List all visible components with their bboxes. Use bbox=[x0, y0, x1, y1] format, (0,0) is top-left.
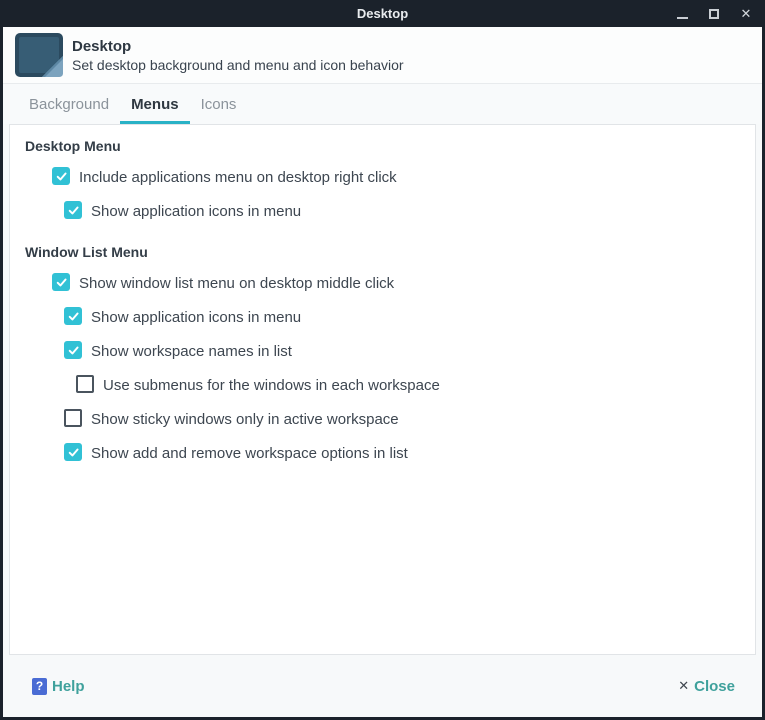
minimize-icon bbox=[677, 17, 688, 19]
section-heading: Desktop Menu bbox=[25, 138, 740, 155]
checkbox-row: Show application icons in menu bbox=[64, 307, 740, 341]
page-subtitle: Set desktop background and menu and icon… bbox=[72, 56, 404, 74]
settings-section: Window List Menu Show window list menu on… bbox=[25, 244, 740, 477]
help-button-label: Help bbox=[52, 678, 85, 695]
close-icon: ✕ bbox=[678, 678, 689, 694]
window-close-icon: ✕ bbox=[741, 7, 752, 20]
window-close-button[interactable]: ✕ bbox=[739, 7, 753, 21]
checkbox-checked-icon[interactable] bbox=[64, 307, 82, 325]
checkbox-row: Show workspace names in list bbox=[64, 341, 740, 375]
checkbox-checked-icon[interactable] bbox=[64, 341, 82, 359]
tab-menus[interactable]: Menus bbox=[120, 84, 190, 124]
header-text: Desktop Set desktop background and menu … bbox=[72, 37, 404, 74]
checkbox-row: Show application icons in menu bbox=[64, 201, 740, 235]
window-controls: ✕ bbox=[675, 0, 753, 27]
dialog-footer: ? Help ✕ Close bbox=[3, 655, 762, 717]
checkbox-label[interactable]: Show application icons in menu bbox=[91, 201, 301, 221]
checkbox-label[interactable]: Show sticky windows only in active works… bbox=[91, 409, 399, 429]
titlebar: Desktop ✕ bbox=[0, 0, 765, 27]
checkbox-checked-icon[interactable] bbox=[52, 273, 70, 291]
checkbox-row: Show sticky windows only in active works… bbox=[64, 409, 740, 443]
tab-background[interactable]: Background bbox=[18, 84, 120, 124]
settings-section: Desktop Menu Include applications menu on… bbox=[25, 138, 740, 235]
help-icon: ? bbox=[32, 678, 47, 695]
close-button-label: Close bbox=[694, 678, 735, 695]
checkbox-checked-icon[interactable] bbox=[52, 167, 70, 185]
maximize-button[interactable] bbox=[707, 7, 721, 21]
checkbox-row: Include applications menu on desktop rig… bbox=[52, 167, 740, 201]
checkbox-label[interactable]: Use submenus for the windows in each wor… bbox=[103, 375, 440, 395]
checkbox-checked-icon[interactable] bbox=[64, 201, 82, 219]
checkbox-row: Show add and remove workspace options in… bbox=[64, 443, 740, 477]
checkbox-row: Use submenus for the windows in each wor… bbox=[76, 375, 740, 409]
checkbox-label[interactable]: Show workspace names in list bbox=[91, 341, 292, 361]
checkbox-label[interactable]: Show window list menu on desktop middle … bbox=[79, 273, 394, 293]
desktop-settings-dialog: Desktop Set desktop background and menu … bbox=[3, 27, 762, 717]
close-button[interactable]: ✕ Close bbox=[678, 678, 735, 695]
dialog-header: Desktop Set desktop background and menu … bbox=[3, 27, 762, 84]
tab-bar: BackgroundMenusIcons bbox=[3, 84, 762, 124]
checkbox-checked-icon[interactable] bbox=[64, 443, 82, 461]
checkbox-unchecked-icon[interactable] bbox=[64, 409, 82, 427]
window-title: Desktop bbox=[357, 6, 408, 21]
checkbox-label[interactable]: Show add and remove workspace options in… bbox=[91, 443, 408, 463]
desktop-icon bbox=[15, 33, 63, 77]
tab-icons[interactable]: Icons bbox=[190, 84, 248, 124]
minimize-button[interactable] bbox=[675, 7, 689, 21]
help-button[interactable]: ? Help bbox=[32, 678, 85, 695]
checkbox-row: Show window list menu on desktop middle … bbox=[52, 273, 740, 307]
settings-panel: Desktop Menu Include applications menu on… bbox=[9, 124, 756, 655]
page-title: Desktop bbox=[72, 37, 404, 56]
checkbox-label[interactable]: Show application icons in menu bbox=[91, 307, 301, 327]
checkbox-unchecked-icon[interactable] bbox=[76, 375, 94, 393]
section-heading: Window List Menu bbox=[25, 244, 740, 261]
checkbox-label[interactable]: Include applications menu on desktop rig… bbox=[79, 167, 397, 187]
maximize-icon bbox=[709, 9, 719, 19]
